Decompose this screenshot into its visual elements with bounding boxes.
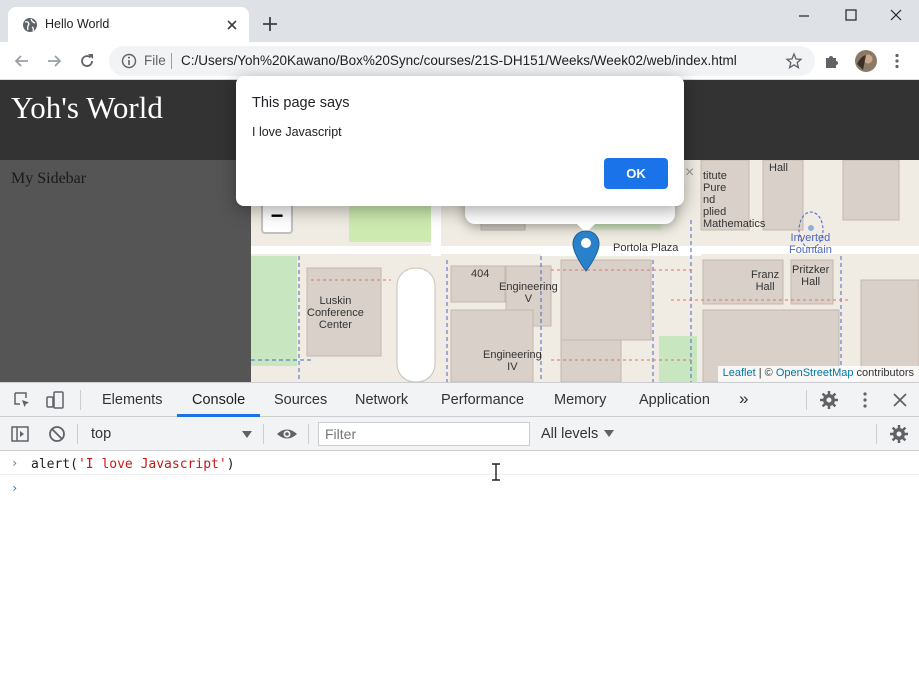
attribution-contributors: contributors xyxy=(853,367,914,379)
tab-strip: Hello World xyxy=(0,0,919,42)
more-tabs-button[interactable]: » xyxy=(739,389,748,409)
more-vertical-icon[interactable] xyxy=(855,390,875,410)
browser-tab[interactable]: Hello World xyxy=(8,7,249,42)
sidebar-toggle-icon[interactable] xyxy=(10,424,30,444)
console-toolbar: top All levels xyxy=(0,417,919,451)
console-command: alert('I love Javascript') xyxy=(31,457,235,472)
command-string: 'I love Javascript' xyxy=(77,457,227,472)
profile-avatar-icon[interactable] xyxy=(855,50,877,72)
attribution-separator: | © xyxy=(755,367,776,379)
console-filter-input[interactable] xyxy=(318,422,530,446)
tab-elements[interactable]: Elements xyxy=(102,392,162,408)
sidebar: My Sidebar xyxy=(0,160,251,382)
map-label-hall: Hall xyxy=(769,162,788,174)
map-label-luskin: Luskin Conference Center xyxy=(307,295,364,331)
map-label-franz-hall: Franz Hall xyxy=(751,269,780,293)
tab-performance[interactable]: Performance xyxy=(441,392,524,408)
sidebar-label: My Sidebar xyxy=(11,170,87,187)
window-close-icon[interactable] xyxy=(881,6,911,26)
command-suffix: ) xyxy=(226,457,235,472)
live-expression-eye-icon[interactable] xyxy=(276,424,298,444)
leaflet-link[interactable]: Leaflet xyxy=(723,367,756,379)
tab-title: Hello World xyxy=(45,17,110,31)
alert-dialog: This page says I love Javascript OK xyxy=(236,76,684,206)
toolbar-divider xyxy=(80,390,81,410)
address-bar[interactable]: File C:/Users/Yoh%20Kawano/Box%20Sync/co… xyxy=(109,46,815,76)
map-attribution: Leaflet | © OpenStreetMap contributors xyxy=(717,366,919,382)
back-arrow-icon[interactable] xyxy=(12,51,32,71)
map-marker-icon[interactable] xyxy=(572,230,600,272)
toolbar-divider xyxy=(308,424,309,444)
toolbar-divider xyxy=(77,424,78,444)
settings-gear-icon[interactable] xyxy=(819,390,839,410)
map-label-pritzker-hall: Pritzker Hall xyxy=(792,264,830,288)
toolbar-divider xyxy=(876,424,877,444)
chevron-down-icon xyxy=(242,431,252,438)
clear-console-icon[interactable] xyxy=(47,424,67,444)
map-label-engineering-iv: Engineering IV xyxy=(483,349,542,373)
extensions-puzzle-icon[interactable] xyxy=(823,52,841,70)
console-settings-gear-icon[interactable] xyxy=(889,424,909,444)
map-label-fountain: Inverted Fountain xyxy=(789,232,832,256)
tab-network[interactable]: Network xyxy=(355,392,408,408)
minimize-icon[interactable] xyxy=(789,6,819,26)
browser-toolbar: File C:/Users/Yoh%20Kawano/Box%20Sync/co… xyxy=(0,42,919,80)
console-input-prompt[interactable]: › xyxy=(11,481,18,495)
url-scheme-label: File xyxy=(144,53,166,68)
dialog-message: I love Javascript xyxy=(252,125,342,139)
close-devtools-icon[interactable] xyxy=(890,390,910,410)
more-vertical-icon[interactable] xyxy=(888,52,906,70)
device-toolbar-icon[interactable] xyxy=(45,390,65,410)
new-tab-icon[interactable] xyxy=(262,16,278,32)
reload-icon[interactable] xyxy=(77,51,97,71)
bookmark-star-icon[interactable] xyxy=(785,52,803,70)
site-title: Yoh's World xyxy=(11,90,163,125)
popup-close-button[interactable]: × xyxy=(685,164,694,182)
map-label-404: 404 xyxy=(471,268,490,280)
console-history-entry: › alert('I love Javascript') xyxy=(0,451,919,481)
info-icon[interactable] xyxy=(121,53,137,69)
map-label-institute: titute Pure nd plied Mathematics xyxy=(703,170,766,230)
ok-button[interactable]: OK xyxy=(604,158,668,189)
tab-memory[interactable]: Memory xyxy=(554,392,606,408)
openstreetmap-link[interactable]: OpenStreetMap xyxy=(776,367,854,379)
omnibox-divider xyxy=(171,53,172,69)
context-selector[interactable]: top xyxy=(84,422,256,446)
devtools-panel: Elements Console Sources Network Perform… xyxy=(0,382,919,684)
tab-application[interactable]: Application xyxy=(639,392,710,408)
map-label-engineering-v: Engineering V xyxy=(499,281,558,305)
map-label-portola-plaza: Portola Plaza xyxy=(613,242,679,254)
inspect-element-icon[interactable] xyxy=(12,390,32,410)
tab-console[interactable]: Console xyxy=(192,392,245,408)
command-prefix: alert( xyxy=(31,457,78,472)
chevron-down-icon xyxy=(604,430,614,437)
toolbar-divider xyxy=(806,390,807,410)
history-prompt-icon: › xyxy=(11,456,19,470)
globe-icon xyxy=(23,18,37,32)
zoom-out-button[interactable]: − xyxy=(261,202,293,234)
console-output[interactable]: › alert('I love Javascript') › xyxy=(0,451,919,684)
dialog-title: This page says xyxy=(252,95,350,111)
close-tab-icon[interactable] xyxy=(223,16,241,34)
context-value: top xyxy=(91,426,112,442)
devtools-tab-bar: Elements Console Sources Network Perform… xyxy=(0,383,919,417)
url-text[interactable]: C:/Users/Yoh%20Kawano/Box%20Sync/courses… xyxy=(181,53,737,68)
log-levels-dropdown[interactable]: All levels xyxy=(541,426,598,442)
tab-sources[interactable]: Sources xyxy=(274,392,327,408)
forward-arrow-icon[interactable] xyxy=(44,51,64,71)
maximize-icon[interactable] xyxy=(836,6,866,26)
text-cursor-icon xyxy=(492,463,500,481)
toolbar-divider xyxy=(263,424,264,444)
